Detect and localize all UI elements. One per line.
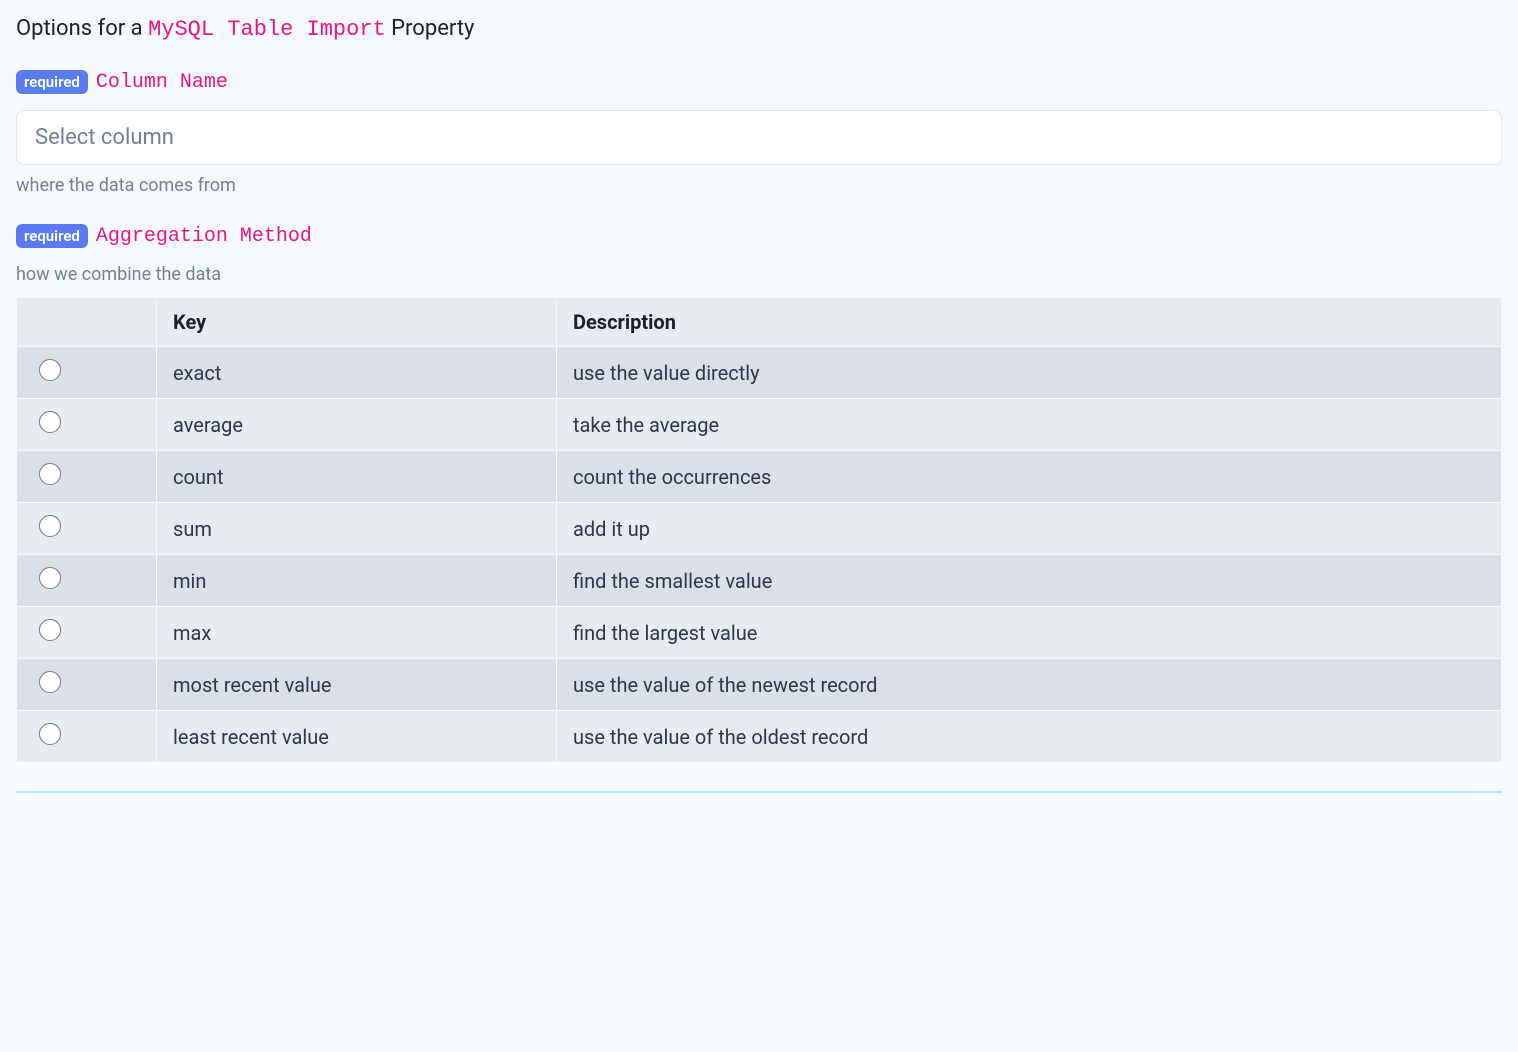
radio-header	[17, 298, 157, 347]
title-code: MySQL Table Import	[148, 17, 386, 42]
aggregation-section: required Aggregation Method how we combi…	[16, 224, 1502, 763]
description-cell: find the smallest value	[557, 555, 1502, 607]
key-cell: average	[157, 399, 557, 451]
aggregation-radio[interactable]	[39, 619, 61, 641]
key-header: Key	[157, 298, 557, 347]
radio-cell	[17, 503, 157, 555]
radio-cell	[17, 555, 157, 607]
table-row: sumadd it up	[17, 503, 1502, 555]
table-row: countcount the occurrences	[17, 451, 1502, 503]
aggregation-radio[interactable]	[39, 567, 61, 589]
description-cell: use the value of the newest record	[557, 659, 1502, 711]
description-cell: use the value of the oldest record	[557, 711, 1502, 763]
aggregation-radio[interactable]	[39, 411, 61, 433]
description-cell: find the largest value	[557, 607, 1502, 659]
key-cell: least recent value	[157, 711, 557, 763]
aggregation-label-row: required Aggregation Method	[16, 224, 1502, 248]
radio-cell	[17, 659, 157, 711]
aggregation-label: Aggregation Method	[96, 225, 312, 248]
table-row: minfind the smallest value	[17, 555, 1502, 607]
aggregation-radio[interactable]	[39, 463, 61, 485]
title-prefix: Options for a	[16, 16, 148, 41]
aggregation-radio[interactable]	[39, 723, 61, 745]
table-row: maxfind the largest value	[17, 607, 1502, 659]
description-cell: add it up	[557, 503, 1502, 555]
page-title: Options for a MySQL Table Import Propert…	[16, 16, 1502, 42]
description-cell: use the value directly	[557, 347, 1502, 399]
table-row: least recent valueuse the value of the o…	[17, 711, 1502, 763]
column-select-input[interactable]: Select column	[16, 110, 1502, 165]
key-cell: sum	[157, 503, 557, 555]
aggregation-help: how we combine the data	[16, 264, 1502, 285]
aggregation-radio[interactable]	[39, 671, 61, 693]
required-badge: required	[16, 70, 88, 94]
aggregation-table: Key Description exactuse the value direc…	[16, 297, 1502, 763]
key-cell: exact	[157, 347, 557, 399]
column-name-label: Column Name	[96, 71, 228, 94]
description-header: Description	[557, 298, 1502, 347]
table-row: averagetake the average	[17, 399, 1502, 451]
column-name-help: where the data comes from	[16, 175, 1502, 196]
section-divider	[16, 791, 1502, 793]
radio-cell	[17, 711, 157, 763]
key-cell: max	[157, 607, 557, 659]
key-cell: min	[157, 555, 557, 607]
description-cell: count the occurrences	[557, 451, 1502, 503]
aggregation-radio[interactable]	[39, 515, 61, 537]
column-name-label-row: required Column Name	[16, 70, 1502, 94]
radio-cell	[17, 399, 157, 451]
radio-cell	[17, 451, 157, 503]
radio-cell	[17, 347, 157, 399]
required-badge: required	[16, 224, 88, 248]
column-name-section: required Column Name Select column where…	[16, 70, 1502, 196]
key-cell: count	[157, 451, 557, 503]
table-row: exactuse the value directly	[17, 347, 1502, 399]
title-suffix: Property	[386, 16, 475, 41]
key-cell: most recent value	[157, 659, 557, 711]
table-row: most recent valueuse the value of the ne…	[17, 659, 1502, 711]
radio-cell	[17, 607, 157, 659]
description-cell: take the average	[557, 399, 1502, 451]
aggregation-radio[interactable]	[39, 359, 61, 381]
